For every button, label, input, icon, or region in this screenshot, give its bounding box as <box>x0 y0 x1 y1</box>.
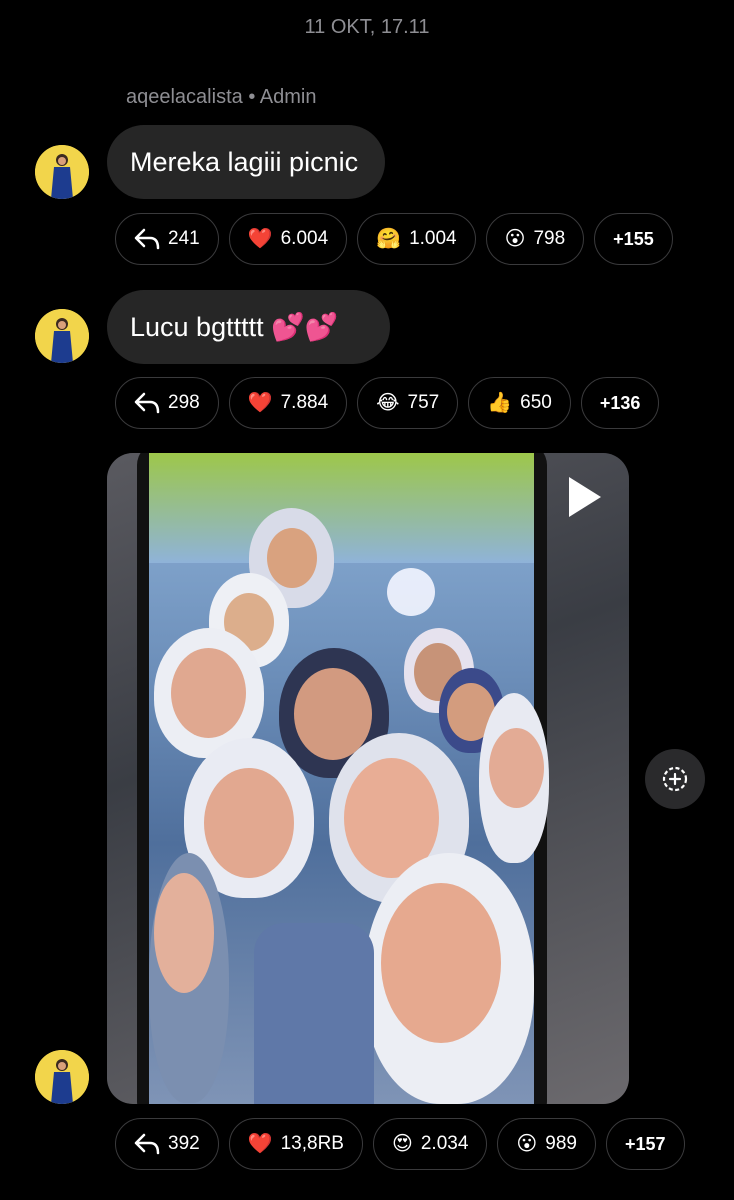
face <box>171 648 246 738</box>
reaction-pill[interactable]: ❤️ 7.884 <box>228 377 348 429</box>
avatar[interactable] <box>35 145 89 199</box>
reaction-pill[interactable]: 👍 650 <box>468 377 571 429</box>
heart-icon: ❤️ <box>247 1133 273 1155</box>
reaction-count: 2.034 <box>420 1133 469 1154</box>
reaction-count: 1.004 <box>409 228 457 249</box>
sender-name[interactable]: aqeelacalista <box>126 86 243 108</box>
message-bubble[interactable]: Mereka lagiii picnic <box>107 125 385 199</box>
screen-top <box>149 453 534 563</box>
reactions-row: 392 ❤️ 13,8RB 😍 2.034 😮 989 +157 <box>115 1118 685 1170</box>
reaction-count: 757 <box>407 392 440 413</box>
reaction-pill[interactable]: ❤️ 13,8RB <box>228 1118 363 1170</box>
reply-arrow-icon <box>134 228 160 250</box>
reaction-count: 798 <box>533 228 566 249</box>
reaction-pill[interactable]: 🤗 1.004 <box>357 213 476 265</box>
reply-count: 241 <box>168 228 200 249</box>
person-body <box>254 923 374 1104</box>
sender-role: Admin <box>259 86 317 108</box>
more-reactions-button[interactable]: +157 <box>605 1118 685 1170</box>
avatar[interactable] <box>35 1050 89 1104</box>
reply-count: 392 <box>168 1133 200 1154</box>
face <box>204 768 294 878</box>
reaction-pill[interactable]: 😮 989 <box>497 1118 596 1170</box>
reaction-count: 7.884 <box>280 392 329 413</box>
face <box>489 728 544 808</box>
reaction-pill[interactable]: 😍 2.034 <box>372 1118 488 1170</box>
heart-eyes-icon: 😍 <box>391 1133 413 1155</box>
reactions-row: 298 ❤️ 7.884 😂 757 👍 650 +136 <box>115 377 660 429</box>
laughing-face-icon: 😂 <box>376 392 400 414</box>
flash-glare <box>387 568 435 616</box>
more-reactions-button[interactable]: +155 <box>594 213 673 265</box>
sender-line: aqeelacalista • Admin <box>126 86 316 109</box>
message-timestamp: 11 OKT, 17.11 <box>304 16 430 38</box>
more-reactions-button[interactable]: +136 <box>580 377 660 429</box>
reactions-row: 241 ❤️ 6.004 🤗 1.004 😮 798 +155 <box>115 213 673 265</box>
heart-icon: ❤️ <box>247 392 273 414</box>
face <box>381 883 501 1043</box>
thumbs-up-icon: 👍 <box>487 392 513 414</box>
reply-arrow-icon <box>134 392 160 414</box>
reply-button[interactable]: 241 <box>115 213 219 265</box>
surprised-face-icon: 😮 <box>504 228 526 250</box>
message-bubble[interactable]: Lucu bgttttt 💕💕 <box>107 290 390 364</box>
message-text: Mereka lagiii picnic <box>130 146 359 177</box>
surprised-face-icon: 😮 <box>516 1133 538 1155</box>
avatar[interactable] <box>35 309 89 363</box>
reaction-pill[interactable]: 😮 798 <box>485 213 585 265</box>
phone-screen <box>149 453 549 1104</box>
reply-count: 298 <box>168 392 200 413</box>
sender-separator: • <box>248 86 256 108</box>
message-text: Lucu bgttttt 💕💕 <box>130 312 339 342</box>
reaction-pill[interactable]: 😂 757 <box>357 377 459 429</box>
reaction-pill[interactable]: ❤️ 6.004 <box>228 213 348 265</box>
reaction-count: 13,8RB <box>280 1133 344 1154</box>
reaction-count: 650 <box>520 392 552 413</box>
video-thumbnail[interactable] <box>107 453 629 1104</box>
play-icon[interactable] <box>569 477 601 517</box>
hugging-face-icon: 🤗 <box>376 228 402 250</box>
reaction-count: 989 <box>545 1133 577 1154</box>
reply-button[interactable]: 298 <box>115 377 219 429</box>
face <box>267 528 317 588</box>
reaction-count: 6.004 <box>280 228 329 249</box>
reply-arrow-icon <box>134 1133 160 1155</box>
face <box>154 873 214 993</box>
add-to-collection-icon[interactable] <box>645 749 705 809</box>
heart-icon: ❤️ <box>247 228 273 250</box>
reply-button[interactable]: 392 <box>115 1118 219 1170</box>
